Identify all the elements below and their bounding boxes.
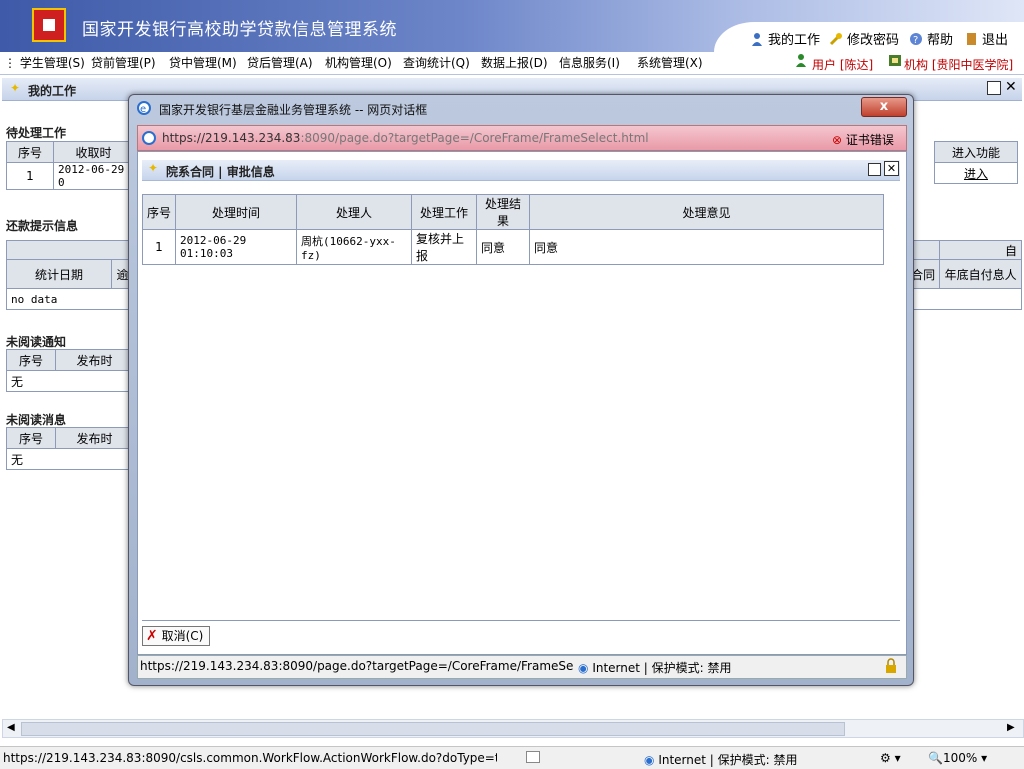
dialog-url: https://219.143.234.83:8090/page.do?targ… — [162, 131, 649, 145]
message-title: 未阅读消息 — [6, 413, 67, 427]
scroll-right-icon[interactable]: ▶ — [1007, 722, 1015, 733]
dialog-title: 国家开发银行基层金融业务管理系统 -- 网页对话框 — [159, 103, 428, 117]
scroll-left-icon[interactable]: ◀ — [7, 722, 15, 733]
notice-table: 序号 发布时 无 — [6, 349, 134, 392]
menu-post-loan[interactable]: 贷后管理(A) — [247, 54, 313, 71]
menu-query[interactable]: 查询统计(Q) — [403, 54, 470, 71]
star-icon: ✦ — [148, 161, 159, 175]
error-icon: ⊗ — [832, 133, 843, 147]
dialog-status-bar: https://219.143.234.83:8090/page.do?targ… — [137, 655, 907, 679]
table-row: 1 2012-06-29 0 — [6, 162, 134, 190]
notice-title: 未阅读通知 — [6, 335, 67, 349]
dialog-close-button[interactable]: x — [861, 97, 907, 117]
message-table: 序号 发布时 无 — [6, 427, 134, 470]
panel-title-bar: ✦ 院系合同 | 审批信息 ✕ — [142, 160, 900, 181]
divider — [142, 620, 900, 621]
panel-title: 院系合同 | 审批信息 — [166, 165, 275, 179]
menu-info[interactable]: 信息服务(I) — [559, 54, 620, 71]
dialog-status-url: https://219.143.234.83:8090/page.do?targ… — [140, 659, 574, 673]
change-password-link[interactable]: 修改密码 — [829, 29, 899, 48]
my-work-title: 我的工作 — [28, 84, 77, 98]
maximize-icon[interactable] — [868, 163, 881, 176]
zoom-icon: 🔍 — [928, 751, 943, 765]
app-title: 国家开发银行高校助学贷款信息管理系统 — [82, 20, 397, 40]
browser-status-bar: https://219.143.234.83:8090/csls.common.… — [0, 746, 1024, 769]
page-icon — [526, 751, 540, 763]
scroll-thumb[interactable] — [21, 722, 845, 736]
svg-text:?: ? — [913, 35, 918, 46]
pending-title: 待处理工作 — [6, 126, 67, 140]
ie-icon: e — [137, 101, 151, 118]
star-icon: ✦ — [10, 81, 21, 95]
ie-icon — [142, 131, 156, 148]
table-header: 序号 处理时间 处理人 处理工作 处理结果 处理意见 — [142, 194, 884, 230]
cancel-x-icon: ✗ — [146, 628, 158, 644]
repay-table-right: 自 合同 年底自付息人 — [905, 240, 1022, 310]
key-icon — [829, 32, 843, 46]
org-icon — [888, 53, 902, 70]
menu-org[interactable]: 机构管理(O) — [325, 54, 392, 71]
dialog-zone: ◉ Internet | 保护模式: 禁用 — [578, 661, 732, 675]
menu-report[interactable]: 数据上报(D) — [481, 54, 548, 71]
user-icon — [750, 32, 764, 46]
logout-link[interactable]: 退出 — [964, 29, 1008, 48]
menu-system[interactable]: 系统管理(X) — [637, 54, 703, 71]
help-link[interactable]: ? 帮助 — [909, 29, 953, 48]
horizontal-scrollbar[interactable]: ◀ ▶ — [2, 719, 1024, 738]
approval-table: 序号 处理时间 处理人 处理工作 处理结果 处理意见 1 2012-06-29 … — [142, 194, 884, 265]
svg-text:e: e — [140, 104, 146, 115]
web-dialog: e 国家开发银行基层金融业务管理系统 -- 网页对话框 x https://21… — [128, 94, 914, 686]
cancel-button[interactable]: ✗ 取消(C) — [142, 626, 210, 646]
current-user: 用户 [陈达] — [812, 58, 874, 72]
cert-error-button[interactable]: ⊗ 证书错误 — [832, 131, 894, 148]
menu-pre-loan[interactable]: 贷前管理(P) — [91, 54, 156, 71]
repay-table: 统计日期逾 no data — [6, 240, 134, 310]
current-org: 机构 [贵阳中医学院] — [904, 58, 1014, 72]
close-icon[interactable]: ✕ — [1005, 79, 1017, 95]
pending-table: 序号 收取时 1 2012-06-29 0 — [6, 141, 134, 190]
table-row: 1 2012-06-29 01:10:03 周杭(10662-yxx-fz) 复… — [142, 229, 884, 265]
globe-icon: ◉ — [644, 753, 655, 767]
pending-table-right: 进入功能 进入 — [934, 141, 1018, 184]
repay-title: 还款提示信息 — [6, 219, 79, 233]
zoom-control[interactable]: 🔍100% ▾ — [928, 751, 987, 765]
address-bar: https://219.143.234.83:8090/page.do?targ… — [137, 125, 907, 151]
close-icon[interactable]: ✕ — [884, 161, 899, 176]
menu-in-loan[interactable]: 贷中管理(M) — [169, 54, 237, 71]
dialog-content: ✦ 院系合同 | 审批信息 ✕ 序号 处理时间 处理人 处理工作 处理结果 处理… — [137, 151, 907, 655]
user-icon — [795, 53, 807, 70]
my-work-link[interactable]: 我的工作 — [750, 29, 820, 48]
door-icon — [964, 32, 978, 46]
app-header: 国家开发银行高校助学贷款信息管理系统 我的工作 修改密码 ? 帮助 退出 — [0, 0, 1024, 52]
browser-zone: ◉ Internet | 保护模式: 禁用 — [644, 753, 798, 767]
restore-icon[interactable] — [987, 81, 1001, 95]
menu-student[interactable]: ⋮ 学生管理(S) — [4, 54, 85, 71]
enter-link[interactable]: 进入 — [934, 162, 1018, 184]
bank-logo-icon — [32, 8, 66, 42]
security-icon[interactable]: ⚙ ▾ — [880, 751, 901, 765]
globe-icon: ◉ — [578, 661, 589, 675]
status-url: https://219.143.234.83:8090/csls.common.… — [3, 751, 497, 765]
lock-icon — [884, 658, 898, 677]
help-icon: ? — [909, 32, 923, 46]
